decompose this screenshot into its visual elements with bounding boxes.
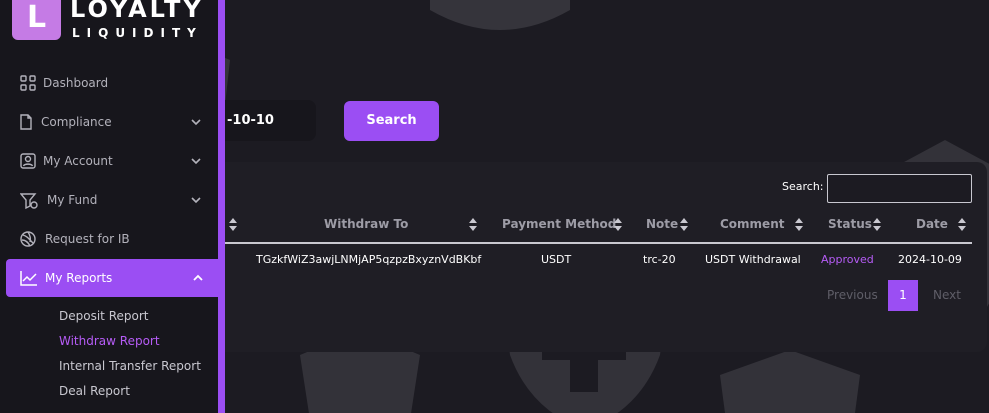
logo-title: LOYALTY — [70, 0, 204, 23]
date-input[interactable]: -10-10 — [218, 100, 316, 141]
sidebar-item-request-for-ib[interactable]: Request for IB — [0, 220, 218, 258]
pagination-next[interactable]: Next — [933, 288, 961, 302]
chevron-down-icon — [190, 116, 202, 128]
sort-icon[interactable] — [469, 218, 477, 232]
cell-comment: USDT Withdrawal — [705, 253, 801, 266]
sort-icon[interactable] — [795, 218, 803, 232]
submenu-internal-transfer-report[interactable]: Internal Transfer Report — [59, 359, 201, 373]
document-icon — [18, 114, 34, 130]
search-button[interactable]: Search — [344, 101, 439, 141]
chevron-down-icon — [190, 155, 202, 167]
column-header-note[interactable]: Note — [646, 217, 678, 231]
table-search-input[interactable] — [827, 174, 972, 203]
column-header-comment[interactable]: Comment — [720, 217, 784, 231]
grid-icon — [20, 75, 36, 91]
cell-withdraw-to: TGzkfWiZ3awjLNMjAP5qzpzBxyznVdBKbf — [256, 253, 482, 266]
sidebar-item-dashboard[interactable]: Dashboard — [0, 64, 218, 102]
sort-icon[interactable] — [958, 218, 966, 232]
submenu-deposit-report[interactable]: Deposit Report — [59, 309, 148, 323]
chevron-up-icon — [192, 272, 204, 284]
cell-note: trc-20 — [643, 253, 676, 266]
sidebar-item-label: Compliance — [41, 115, 112, 129]
funnel-dollar-icon — [20, 192, 38, 210]
sort-icon[interactable] — [614, 218, 622, 232]
chevron-down-icon — [190, 194, 202, 206]
sidebar-item-label: Dashboard — [43, 76, 109, 90]
cell-date: 2024-10-09 — [898, 253, 962, 266]
sidebar-item-compliance[interactable]: Compliance — [0, 103, 218, 141]
pagination-previous[interactable]: Previous — [827, 288, 878, 302]
sidebar-item-label: My Account — [43, 154, 113, 168]
globe-icon — [20, 231, 36, 247]
user-icon — [20, 153, 36, 169]
submenu-deal-report[interactable]: Deal Report — [59, 384, 130, 398]
table-header-divider — [218, 242, 972, 244]
sidebar-item-label: My Fund — [47, 193, 98, 207]
status-badge: Approved — [821, 253, 874, 266]
column-header-withdraw-to[interactable]: Withdraw To — [324, 217, 408, 231]
sort-icon[interactable] — [229, 218, 237, 232]
sort-icon[interactable] — [873, 218, 881, 232]
table-search-label: Search: — [782, 180, 824, 193]
sidebar-item-label: My Reports — [45, 271, 113, 285]
main-content: -10-10 Search — [218, 0, 989, 413]
pagination-page-1[interactable]: 1 — [888, 280, 918, 311]
sidebar-item-my-reports[interactable]: My Reports — [6, 259, 218, 297]
column-header-date[interactable]: Date — [916, 217, 948, 231]
sidebar-item-my-fund[interactable]: My Fund — [0, 181, 218, 219]
column-header-status[interactable]: Status — [828, 217, 872, 231]
sidebar-item-my-account[interactable]: My Account — [0, 142, 218, 180]
logo-icon: L — [12, 0, 61, 40]
submenu-withdraw-report[interactable]: Withdraw Report — [59, 334, 160, 348]
sidebar-accent-border — [218, 0, 225, 413]
chart-line-icon — [20, 270, 37, 286]
sidebar-item-label: Request for IB — [45, 232, 130, 246]
column-header-payment-method[interactable]: Payment Method — [502, 217, 616, 231]
sidebar: L LOYALTY LIQUIDITY Dashboard Compliance… — [0, 0, 218, 413]
sort-icon[interactable] — [680, 218, 688, 232]
cell-payment-method: USDT — [541, 253, 572, 266]
logo-subtitle: LIQUIDITY — [72, 26, 203, 40]
